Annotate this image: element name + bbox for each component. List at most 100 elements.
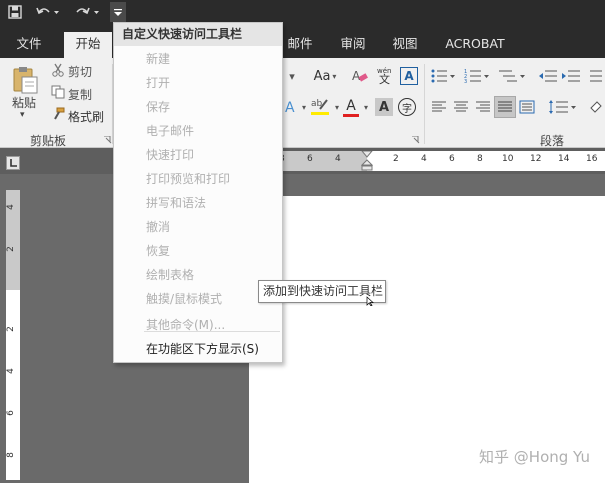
svg-text:3: 3 bbox=[464, 79, 467, 84]
multilevel-list-icon[interactable] bbox=[498, 68, 526, 84]
menu-item-print-preview[interactable]: 打印预览和打印 bbox=[146, 169, 230, 189]
clipboard-group-label: 剪贴板 bbox=[30, 134, 67, 148]
shrink-font-dropdown-icon[interactable]: ▾ bbox=[285, 68, 299, 84]
ruler-tick: 2 bbox=[5, 326, 16, 332]
save-icon[interactable] bbox=[6, 2, 24, 22]
change-case-button[interactable]: Aa ▾ bbox=[310, 67, 340, 85]
enclose-char-icon[interactable]: 字 bbox=[398, 98, 416, 116]
align-right-icon[interactable] bbox=[474, 99, 492, 115]
align-center-icon[interactable] bbox=[452, 99, 470, 115]
ruler-tick: 2 bbox=[5, 246, 16, 252]
tab-mailings[interactable]: 邮件 bbox=[278, 32, 322, 58]
ruler-tick: 6 bbox=[5, 410, 16, 416]
font-launcher-icon[interactable] bbox=[412, 136, 420, 144]
change-case-label: Aa bbox=[313, 68, 331, 84]
align-left-icon[interactable] bbox=[430, 99, 448, 115]
ruler-tick: 14 bbox=[558, 154, 570, 164]
font-color-icon[interactable]: A bbox=[342, 96, 360, 118]
highlight-color-icon[interactable]: ab bbox=[310, 96, 332, 116]
document-page[interactable]: 知乎 @Hong Yu bbox=[249, 196, 605, 483]
ruler-tick: 16 bbox=[586, 154, 598, 164]
ribbon: 粘贴 ▾ 剪切 复制 格式刷 剪贴板 ▾ Aa ▾ A wén 文 A A ▾ ab… bbox=[0, 58, 605, 148]
menu-item-open[interactable]: 打开 bbox=[146, 73, 170, 93]
clipboard-launcher-icon[interactable] bbox=[104, 136, 112, 144]
clear-format-icon[interactable]: A bbox=[350, 67, 370, 85]
bullets-icon[interactable] bbox=[430, 68, 456, 84]
cut-label[interactable]: 剪切 bbox=[68, 63, 92, 80]
copy-label[interactable]: 复制 bbox=[68, 86, 92, 103]
menu-divider bbox=[144, 331, 280, 332]
distributed-icon[interactable] bbox=[518, 99, 536, 115]
menu-item-draw-table[interactable]: 绘制表格 bbox=[146, 265, 194, 285]
justify-icon[interactable] bbox=[494, 96, 516, 118]
menu-item-more-commands[interactable]: 其他命令(M)... bbox=[146, 315, 225, 335]
vertical-ruler[interactable]: 4 2 2 4 6 8 bbox=[6, 190, 20, 480]
tab-home[interactable]: 开始 bbox=[64, 32, 112, 58]
menu-item-email[interactable]: 电子邮件 bbox=[146, 121, 194, 141]
menu-item-touch-mode[interactable]: 触摸/鼠标模式 bbox=[146, 289, 222, 309]
paste-label[interactable]: 粘贴 bbox=[12, 94, 36, 111]
tab-acrobat[interactable]: ACROBAT bbox=[438, 32, 512, 58]
text-effect-icon[interactable]: A bbox=[285, 98, 299, 116]
ruler-tick: 10 bbox=[502, 154, 514, 164]
menu-item-quick-print[interactable]: 快速打印 bbox=[146, 145, 194, 165]
char-shading-label: A bbox=[378, 99, 390, 115]
customize-qat-icon[interactable] bbox=[110, 2, 126, 22]
shading-icon[interactable] bbox=[588, 98, 604, 116]
watermark: 知乎 @Hong Yu bbox=[479, 448, 590, 466]
redo-icon[interactable] bbox=[74, 2, 102, 22]
menu-item-show-below-ribbon[interactable]: 在功能区下方显示(S) bbox=[146, 339, 259, 359]
ruler-tick: 4 bbox=[5, 204, 16, 210]
ruler-tick: 2 bbox=[393, 154, 399, 164]
svg-text:文: 文 bbox=[379, 72, 390, 85]
text-effect-dropdown-icon[interactable]: ▾ bbox=[299, 100, 309, 114]
svg-text:A: A bbox=[285, 100, 295, 115]
tab-review[interactable]: 审阅 bbox=[332, 32, 374, 58]
phonetic-guide-icon[interactable]: wén 文 bbox=[375, 65, 397, 85]
tab-file[interactable]: 文件 bbox=[6, 32, 52, 58]
paste-icon[interactable] bbox=[10, 64, 40, 96]
horizontal-ruler[interactable]: 8 6 4 2 4 6 8 10 12 14 16 bbox=[249, 151, 605, 171]
ruler-tick: 6 bbox=[307, 154, 313, 164]
font-color-dropdown-icon[interactable]: ▾ bbox=[361, 100, 371, 114]
title-bar bbox=[0, 0, 605, 24]
format-painter-label[interactable]: 格式刷 bbox=[68, 108, 104, 125]
tab-view[interactable]: 视图 bbox=[384, 32, 426, 58]
indent-marker-icon[interactable] bbox=[361, 151, 373, 171]
ruler-row: 8 6 4 2 4 6 8 10 12 14 16 bbox=[0, 148, 605, 174]
chinese-layout-icon[interactable] bbox=[588, 68, 604, 84]
paste-dropdown-icon[interactable]: ▾ bbox=[20, 110, 25, 120]
menu-item-spelling[interactable]: 拼写和语法 bbox=[146, 193, 206, 213]
char-shading-icon[interactable]: A bbox=[375, 98, 393, 116]
ruler-tick: 4 bbox=[335, 154, 341, 164]
menu-item-redo[interactable]: 恢复 bbox=[146, 241, 170, 261]
copy-icon bbox=[50, 84, 66, 100]
increase-indent-icon[interactable] bbox=[561, 68, 581, 84]
line-spacing-icon[interactable] bbox=[548, 98, 578, 116]
customize-qat-menu: 自定义快速访问工具栏 新建 打开 保存 电子邮件 快速打印 打印预览和打印 拼写… bbox=[113, 22, 283, 363]
enclose-char-label: 字 bbox=[402, 103, 412, 115]
char-border-label: A bbox=[404, 69, 414, 83]
tab-selector-button[interactable] bbox=[6, 156, 20, 170]
ruler-tick: 4 bbox=[421, 154, 427, 164]
decrease-indent-icon[interactable] bbox=[538, 68, 558, 84]
cut-icon bbox=[50, 62, 66, 78]
numbering-icon[interactable]: 123 bbox=[464, 68, 490, 84]
undo-icon[interactable] bbox=[34, 2, 62, 22]
mouse-cursor-icon bbox=[366, 296, 374, 306]
char-border-icon[interactable]: A bbox=[400, 67, 418, 85]
svg-text:A: A bbox=[352, 69, 361, 83]
ruler-tick: 4 bbox=[5, 368, 16, 374]
menu-title: 自定义快速访问工具栏 bbox=[114, 23, 282, 46]
ruler-tick: 12 bbox=[530, 154, 542, 164]
menu-item-new[interactable]: 新建 bbox=[146, 49, 170, 69]
highlight-dropdown-icon[interactable]: ▾ bbox=[332, 100, 342, 114]
menu-item-undo[interactable]: 撤消 bbox=[146, 217, 170, 237]
ruler-tick: 8 bbox=[5, 452, 16, 458]
menu-item-save[interactable]: 保存 bbox=[146, 97, 170, 117]
ribbon-tab-bar: 文件 开始 邮件 审阅 视图 ACROBAT bbox=[0, 24, 605, 58]
ruler-tick: 6 bbox=[449, 154, 455, 164]
paragraph-group-label: 段落 bbox=[540, 134, 565, 148]
format-painter-icon bbox=[50, 106, 66, 122]
font-color-label: A bbox=[346, 97, 356, 114]
